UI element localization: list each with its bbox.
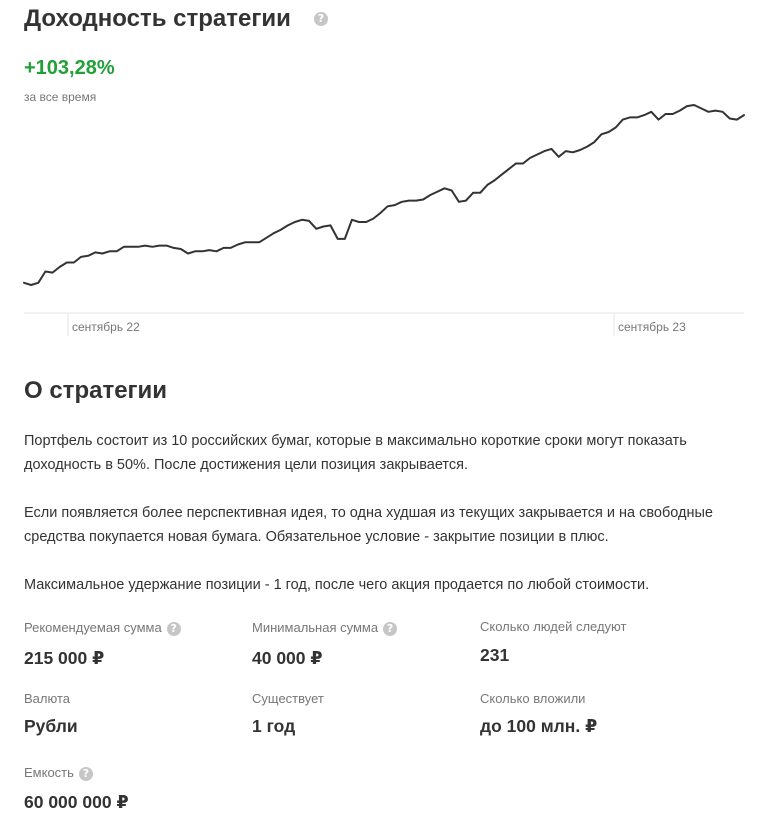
- stat-label-recommended-amount: Рекомендуемая сумма?: [24, 620, 181, 636]
- question-circle-icon[interactable]: ?: [166, 621, 181, 636]
- stat-label-minimum-amount: Минимальная сумма?: [252, 620, 398, 636]
- stat-value-capacity: 60 000 000 ₽: [24, 792, 129, 812]
- stat-label-text: Минимальная сумма: [252, 620, 379, 635]
- about-section-title: О стратегии: [24, 377, 168, 404]
- stat-label-invested: Сколько вложили: [480, 691, 586, 706]
- yield-line: [23, 104, 745, 286]
- stat-value-recommended-amount: 215 000 ₽: [24, 648, 105, 668]
- about-paragraph: Максимальное удержание позиции - 1 год, …: [24, 577, 650, 593]
- x-tick-label: сентябрь 22: [72, 320, 140, 334]
- stat-label-text: Рекомендуемая сумма: [24, 620, 162, 635]
- question-circle-icon[interactable]: ?: [314, 12, 328, 26]
- about-paragraph: Если появляется более перспективная идея…: [24, 505, 713, 545]
- question-circle-icon[interactable]: ?: [383, 621, 398, 636]
- about-paragraph: Портфель состоит из 10 российских бумаг,…: [24, 433, 687, 473]
- stat-label-currency: Валюта: [24, 691, 70, 706]
- stat-value-followers: 231: [480, 645, 510, 665]
- yield-chart[interactable]: сентябрь 22 сентябрь 23: [0, 100, 784, 340]
- stat-label-capacity: Емкость?: [24, 765, 93, 781]
- stat-label-followers: Сколько людей следуют: [480, 619, 627, 634]
- yield-section-title: Доходность стратегии: [24, 5, 291, 32]
- yield-value: +103,28%: [24, 57, 115, 79]
- stat-label-exists: Существует: [252, 691, 324, 706]
- stat-value-minimum-amount: 40 000 ₽: [252, 648, 323, 668]
- x-tick-label: сентябрь 23: [618, 320, 686, 334]
- stat-value-exists: 1 год: [252, 716, 296, 736]
- stat-value-currency: Рубли: [24, 716, 78, 736]
- stat-value-invested: до 100 млн. ₽: [480, 716, 598, 736]
- stat-label-text: Емкость: [24, 765, 74, 780]
- question-circle-icon[interactable]: ?: [78, 766, 93, 781]
